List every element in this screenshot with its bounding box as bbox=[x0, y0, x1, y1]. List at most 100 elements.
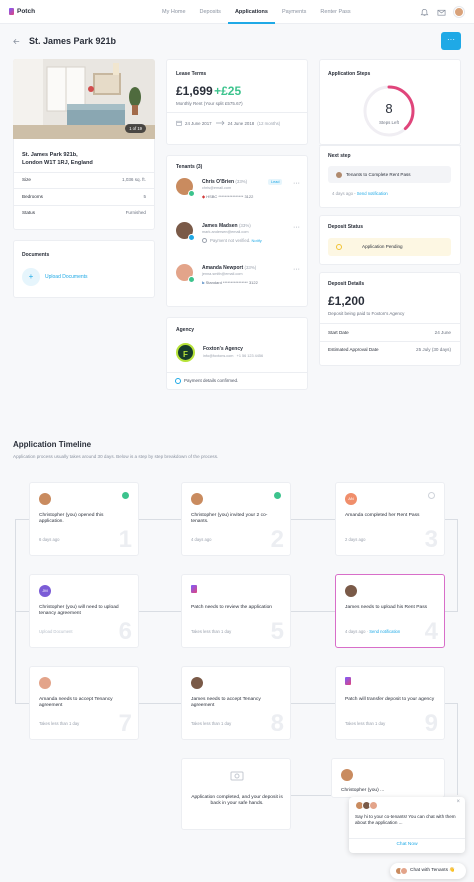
pending-circle-icon bbox=[336, 243, 342, 250]
tenant-row[interactable]: James Madsen (33%) mark.andersen@email.c… bbox=[176, 222, 300, 254]
steps-count: 8 bbox=[385, 101, 393, 116]
tenant-name-text: Chris O'Brien bbox=[202, 179, 235, 185]
chat-now-button[interactable]: Chat Now bbox=[349, 842, 465, 847]
tenant-menu-icon[interactable]: ··· bbox=[293, 224, 300, 231]
lead-badge: Lead bbox=[268, 179, 283, 185]
page-header: St. James Park 921b bbox=[12, 36, 116, 46]
plus-icon: + bbox=[22, 268, 40, 286]
deposit-status-title: Deposit Status bbox=[328, 224, 364, 230]
tenant-share: (33%) bbox=[244, 265, 257, 270]
nav-renter-pass[interactable]: Renter Pass bbox=[313, 0, 357, 24]
nav-payments[interactable]: Payments bbox=[275, 0, 313, 24]
step-text: Christopher (you) invited your 2 co-tena… bbox=[191, 513, 268, 525]
arrow-right-icon bbox=[215, 120, 225, 126]
agency-phone[interactable]: +1 56 123 4456 bbox=[237, 354, 264, 358]
timeline-step-4[interactable]: James needs to upload his Rent Pass 4 da… bbox=[335, 574, 445, 648]
connector bbox=[291, 611, 335, 612]
upload-documents-button[interactable]: + Upload Documents bbox=[22, 268, 88, 286]
timeline-step-7[interactable]: Amanda needs to accept Tenancy agreement… bbox=[29, 666, 139, 740]
next-step-task-text: Tenants to Complete Rent Pass bbox=[346, 172, 411, 177]
connector bbox=[291, 519, 335, 520]
initials-avatar: AN bbox=[345, 493, 357, 505]
tenant-row[interactable]: Amanda Newport (33%) jenna.smith@email.c… bbox=[176, 264, 300, 296]
main-nav: My Home Deposits Applications Payments R… bbox=[155, 0, 358, 24]
connector bbox=[139, 519, 181, 520]
notify-link[interactable]: Notify bbox=[252, 238, 262, 243]
documents-title: Documents bbox=[22, 252, 50, 258]
step-number: 4 bbox=[424, 618, 438, 645]
app-logo[interactable]: Potch bbox=[9, 8, 35, 15]
deposit-amount: £1,200 bbox=[328, 294, 365, 308]
step-number: 9 bbox=[424, 710, 438, 737]
verified-check-icon bbox=[188, 190, 195, 197]
timeline-title: Application Timeline bbox=[13, 440, 92, 449]
send-notification-link[interactable]: Send notification bbox=[357, 191, 388, 196]
step-text: Amanda completed her Rent Pass bbox=[345, 513, 420, 518]
payment-confirmed-text: Payment details confirmed. bbox=[184, 378, 239, 384]
agency-email[interactable]: info@foxtons.com bbox=[203, 354, 233, 358]
tenant-row[interactable]: Chris O'Brien (33%) Lead chris@email.com… bbox=[176, 178, 300, 210]
nav-applications[interactable]: Applications bbox=[227, 0, 275, 24]
nav-my-home[interactable]: My Home bbox=[155, 0, 193, 24]
bell-icon[interactable] bbox=[420, 8, 429, 17]
user-avatar[interactable] bbox=[454, 7, 464, 17]
rent-note: Monthly Rent (Your split £575.67) bbox=[176, 101, 243, 106]
deposit-details-title: Deposit Details bbox=[328, 281, 365, 287]
step-text: James needs to accept Tenancy agreement bbox=[191, 697, 261, 709]
bank-details: HSBC **************** 3122 bbox=[206, 194, 254, 199]
step-number: 5 bbox=[270, 618, 284, 645]
timeline-step-2[interactable]: Christopher (you) invited your 2 co-tena… bbox=[181, 482, 291, 556]
more-options-button[interactable]: ··· bbox=[441, 32, 461, 50]
deposit-row-approval: Estimated Approval Date 25 July (30 days) bbox=[328, 347, 451, 352]
nav-deposits[interactable]: Deposits bbox=[193, 0, 228, 24]
row-key: Estimated Approval Date bbox=[328, 347, 379, 352]
connector bbox=[291, 795, 331, 796]
app-name: Potch bbox=[17, 8, 36, 15]
timeline-step-6[interactable]: JM Christopher (you) will need to upload… bbox=[29, 574, 139, 648]
tenant-menu-icon[interactable]: ··· bbox=[293, 266, 300, 273]
step-meta: 6 days ago bbox=[39, 537, 60, 542]
chat-message: Say hi to your co-tenants! You can chat … bbox=[355, 814, 456, 825]
connector bbox=[139, 611, 181, 612]
tenant-mini-avatar bbox=[400, 867, 408, 875]
timeline-step-1[interactable]: Christopher (you) opened this applicatio… bbox=[29, 482, 139, 556]
lease-start-date: 24 June 2017 bbox=[185, 120, 212, 126]
tenant-bank: ◆ HSBC **************** 3122 bbox=[202, 194, 253, 199]
tenant-name: Chris O'Brien (33%) bbox=[202, 179, 247, 185]
done-check-icon bbox=[274, 492, 281, 499]
mail-icon[interactable] bbox=[437, 8, 446, 17]
warning-icon bbox=[202, 238, 207, 244]
deposit-note: Deposit being paid to Foxton's Agency bbox=[328, 311, 405, 316]
next-step-title: Next step bbox=[328, 153, 351, 159]
step-meta: Takes less than 1 day bbox=[191, 721, 232, 726]
step-meta: Takes less than 1 day bbox=[345, 721, 386, 726]
property-row-bedrooms: Bedrooms 5 bbox=[22, 194, 146, 199]
step-meta: 2 days ago bbox=[345, 537, 366, 542]
photo-count-badge[interactable]: 1 of 19 bbox=[125, 124, 146, 133]
user-avatar-icon bbox=[191, 493, 203, 505]
tenant-name-text: James Madsen bbox=[202, 223, 238, 229]
property-photo[interactable]: 1 of 19 bbox=[13, 59, 155, 139]
close-icon[interactable]: × bbox=[456, 799, 460, 805]
pending-check-icon bbox=[188, 234, 195, 241]
chat-with-tenants-button[interactable]: Chat with Tenants 👋 bbox=[390, 863, 466, 879]
timeline-step-3[interactable]: AN Amanda completed her Rent Pass 2 days… bbox=[335, 482, 445, 556]
agency-name: Foxton's Agency bbox=[203, 346, 243, 352]
next-step-task[interactable]: Tenants to Complete Rent Pass bbox=[328, 166, 451, 183]
divider bbox=[13, 205, 155, 206]
page-title: St. James Park 921b bbox=[29, 36, 117, 46]
arrow-left-icon[interactable] bbox=[12, 37, 21, 46]
user-avatar-icon bbox=[39, 677, 51, 689]
timeline-step-9[interactable]: Patch will transfer deposit to your agen… bbox=[335, 666, 445, 740]
timeline-step-5[interactable]: Patch needs to review the application Ta… bbox=[181, 574, 291, 648]
verified-check-icon bbox=[188, 276, 195, 283]
divider bbox=[166, 112, 308, 113]
upload-document-link[interactable]: Upload Document bbox=[39, 629, 73, 634]
user-avatar-icon bbox=[191, 677, 203, 689]
next-step-ago: 4 days ago bbox=[332, 191, 354, 196]
step-text: Amanda needs to accept Tenancy agreement bbox=[39, 697, 113, 709]
tenant-menu-icon[interactable]: ··· bbox=[293, 180, 300, 187]
tenants-title: Tenants (3) bbox=[176, 164, 203, 170]
timeline-step-8[interactable]: James needs to accept Tenancy agreement … bbox=[181, 666, 291, 740]
send-notification-link[interactable]: Send notification bbox=[369, 629, 400, 634]
